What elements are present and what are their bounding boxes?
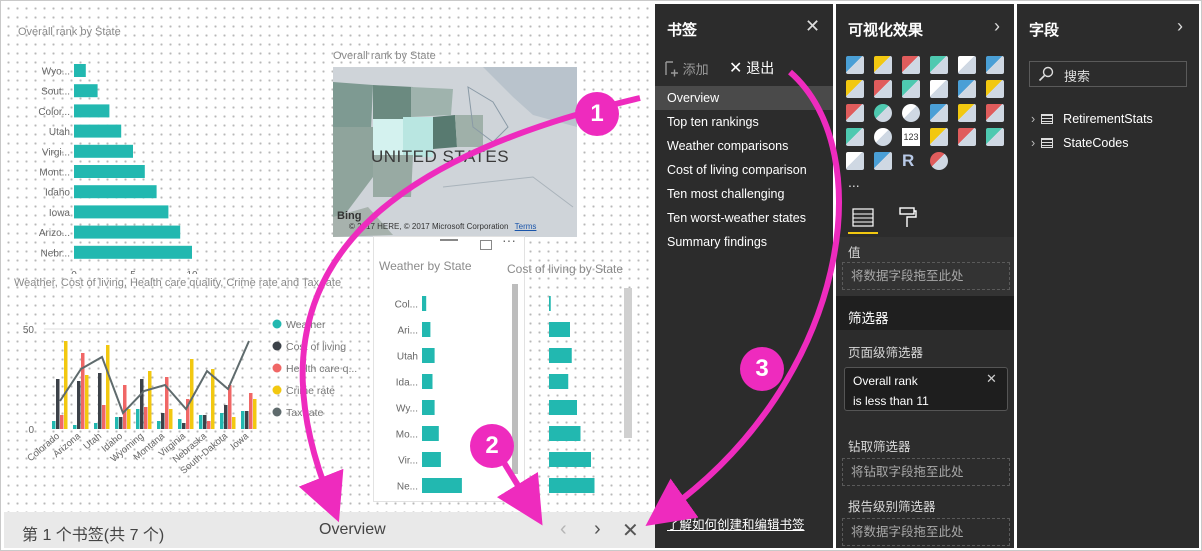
- annotation-callout-3: 3: [740, 347, 784, 391]
- annotation-arrows: [298, 69, 842, 526]
- arrow-3-to-close: [645, 69, 842, 526]
- annotation-callout-1: 1: [575, 92, 619, 136]
- annotation-callout-2: 2: [470, 424, 514, 468]
